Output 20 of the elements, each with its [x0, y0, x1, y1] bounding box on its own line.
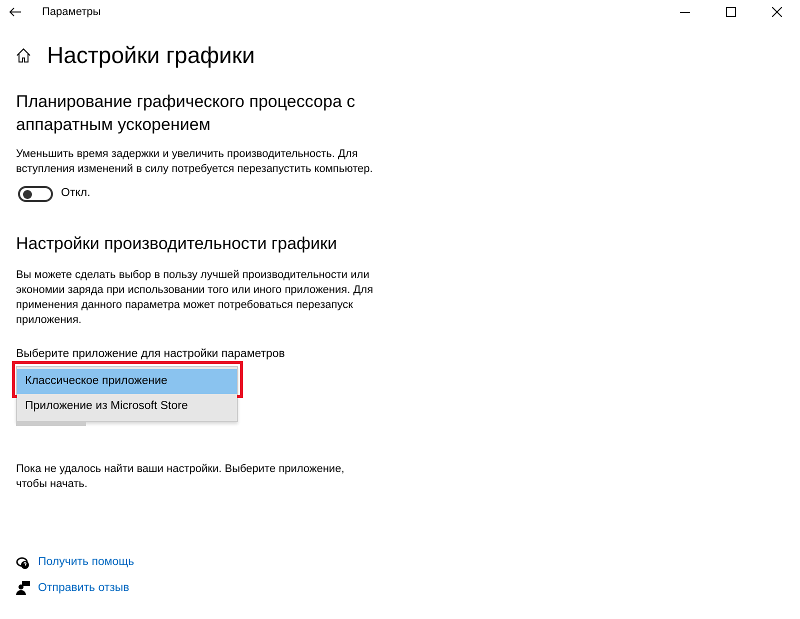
maximize-icon — [726, 7, 736, 17]
description-text: Уменьшить время задержки и увеличить производительность. Для вступления изменений в силу потребуется перезапустить компьютер. — [16, 147, 374, 178]
dropdown-label: Выберите приложение для настройки параметров — [16, 347, 285, 362]
help-icon — [16, 556, 30, 570]
toggle-switch[interactable] — [18, 186, 53, 202]
window-title: Параметры — [42, 4, 101, 20]
home-icon[interactable] — [16, 48, 31, 64]
description-text: Вы можете сделать выбор в пользу лучшей производительности или экономии заряда при использовании того или иного приложения. Для применения данного параметра может потребоваться перезапуск приложения. — [16, 268, 374, 328]
dropdown-option[interactable]: Приложение из Microsoft Store — [17, 394, 237, 420]
feedback-icon — [16, 581, 30, 596]
link[interactable]: Получить помощь — [38, 554, 134, 572]
page-title: Настройки графики — [47, 42, 255, 70]
section-heading: Настройки производительности графики — [16, 233, 338, 256]
status-message: Пока не удалось найти ваши настройки. Выберите приложение, чтобы начать. — [16, 462, 346, 492]
close-icon — [772, 7, 782, 17]
dropdown-option[interactable]: Классическое приложение — [17, 369, 237, 394]
toggle-label: Откл. — [61, 186, 90, 202]
link[interactable]: Отправить отзыв — [38, 580, 130, 597]
back-arrow-icon — [9, 7, 21, 17]
section-heading: Планирование графического процессора с аппаратным ускорением — [16, 90, 356, 136]
